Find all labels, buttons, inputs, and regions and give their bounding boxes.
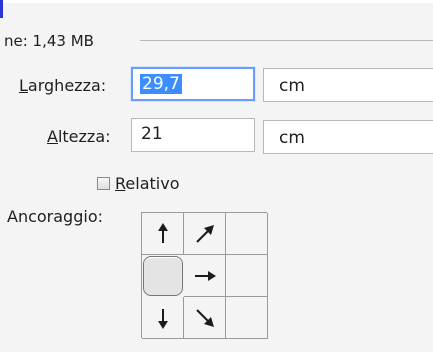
- height-unit-value: cm: [279, 128, 305, 148]
- relative-checkbox[interactable]: [97, 177, 110, 190]
- width-label-accesskey: L: [19, 76, 28, 95]
- width-input[interactable]: 29,7: [130, 66, 256, 102]
- anchor-middle-right-button[interactable]: [226, 255, 268, 297]
- anchor-top-left-button[interactable]: [142, 213, 184, 255]
- top-highlight-bar: [0, 0, 433, 3]
- arrow-down-icon: [157, 308, 168, 329]
- height-value: 21: [141, 124, 163, 144]
- arrow-right-icon: [194, 270, 216, 281]
- anchor-bottom-right-button[interactable]: [226, 297, 268, 339]
- anchor-bottom-left-button[interactable]: [142, 297, 184, 339]
- height-label: Altezza:: [47, 127, 111, 146]
- height-label-text: ltezza:: [57, 127, 111, 146]
- height-input[interactable]: 21: [131, 118, 255, 152]
- relative-label-accesskey: R: [115, 174, 126, 193]
- width-label: Larghezza:: [19, 76, 106, 95]
- anchor-middle-center-button[interactable]: [184, 255, 226, 297]
- relative-label[interactable]: Relativo: [115, 174, 179, 193]
- document-size-row: ne: 1,43 MB: [0, 24, 433, 54]
- arrow-up-right-icon: [195, 224, 214, 243]
- anchor-top-right-button[interactable]: [226, 213, 268, 255]
- image-size-dialog: ne: 1,43 MB Larghezza: 29,7 cm Altezza: …: [0, 0, 433, 352]
- anchor-grid: [141, 212, 268, 339]
- width-unit-select[interactable]: cm: [263, 68, 433, 102]
- arrow-up-icon: [157, 222, 168, 243]
- anchor-label: Ancoraggio:: [7, 207, 103, 226]
- height-label-accesskey: A: [47, 127, 58, 146]
- anchor-bottom-center-button[interactable]: [184, 297, 226, 339]
- width-unit-value: cm: [279, 76, 305, 96]
- left-accent-bar: [0, 0, 3, 18]
- width-label-text: arghezza:: [27, 76, 107, 95]
- anchor-middle-left-button[interactable]: [143, 256, 183, 296]
- anchor-top-center-button[interactable]: [184, 213, 226, 255]
- arrow-down-right-icon: [195, 308, 214, 327]
- relative-label-text: elativo: [125, 174, 180, 193]
- height-unit-select[interactable]: cm: [263, 120, 433, 154]
- width-value: 29,7: [140, 74, 182, 94]
- document-size-label: ne: 1,43 MB: [4, 32, 94, 50]
- size-divider-line: [140, 40, 433, 41]
